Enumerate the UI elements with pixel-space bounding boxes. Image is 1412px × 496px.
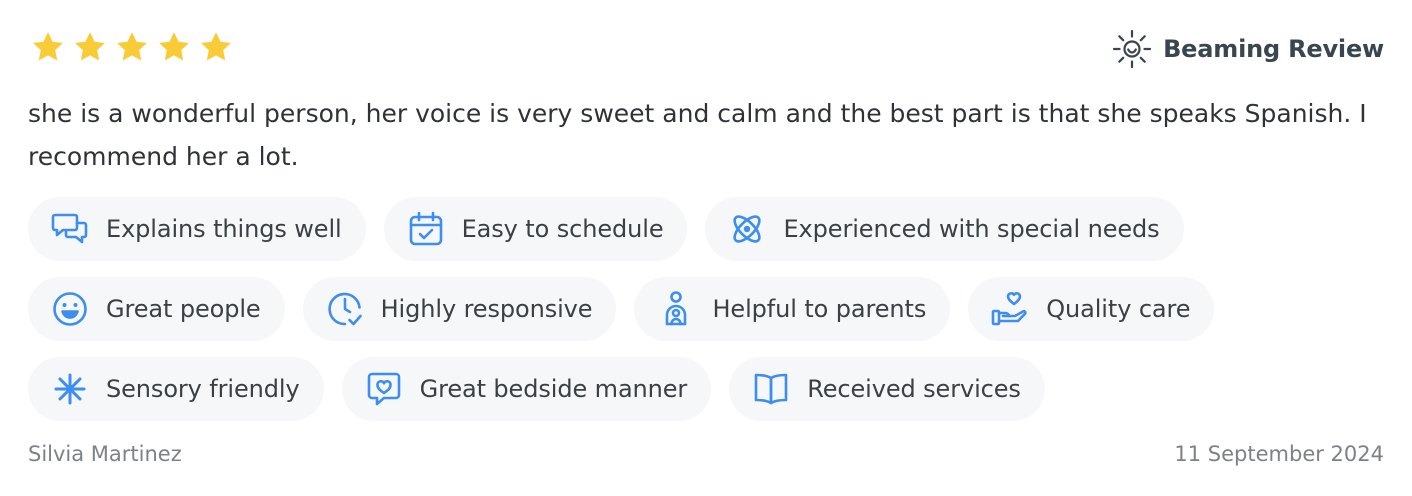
heart-hand-icon (991, 292, 1027, 326)
badge-label: Beaming Review (1163, 35, 1384, 63)
star-icon (201, 32, 231, 61)
star-icon (117, 32, 147, 61)
tag-label: Experienced with special needs (783, 215, 1160, 243)
review-text: she is a wonderful person, her voice is … (28, 99, 1367, 171)
sun-icon (1112, 29, 1152, 69)
tag-label: Easy to schedule (461, 215, 664, 243)
heart-speech-icon (367, 372, 400, 406)
tag-helpful-to-parents[interactable]: Helpful to parents (634, 277, 951, 341)
tag-label: Great bedside manner (419, 375, 688, 403)
clock-check-icon (327, 292, 362, 326)
tag-quality-care[interactable]: Quality care (968, 277, 1215, 341)
tag-explains-things-well[interactable]: Explains things well (28, 197, 366, 261)
beaming-review-badge: Beaming Review (1111, 26, 1384, 72)
tag-received-services[interactable]: Received services (729, 357, 1045, 421)
star-icon (75, 32, 105, 61)
tag-experienced-with-special-needs[interactable]: Experienced with special needs (705, 197, 1184, 261)
star-rating (30, 30, 234, 64)
tag-label: Received services (807, 375, 1021, 403)
asterisk-icon (54, 373, 86, 405)
tag-label: Great people (106, 295, 261, 323)
tag-label: Explains things well (106, 215, 342, 243)
tag-label: Quality care (1046, 295, 1191, 323)
star-icon (159, 32, 189, 61)
review-card: Beaming Review she is a wonderful person… (0, 0, 1412, 496)
tag-easy-to-schedule[interactable]: Easy to schedule (383, 197, 688, 261)
calendar-check-icon (409, 211, 442, 246)
open-book-icon (754, 373, 788, 405)
smiley-icon (53, 292, 87, 326)
tag-great-people[interactable]: Great people (28, 277, 285, 341)
review-tags: Explains things well Easy to schedule Ex… (28, 197, 1388, 421)
tag-label: Highly responsive (380, 295, 593, 323)
parent-child-icon (666, 291, 687, 326)
tag-great-bedside-manner[interactable]: Great bedside manner (341, 357, 712, 421)
tag-label: Sensory friendly (106, 375, 300, 403)
tag-sensory-friendly[interactable]: Sensory friendly (28, 357, 324, 421)
tag-highly-responsive[interactable]: Highly responsive (302, 277, 617, 341)
tag-label: Helpful to parents (712, 295, 927, 323)
atom-icon (733, 215, 762, 243)
review-date: 11 September 2024 (1174, 442, 1384, 466)
reviewer-name: Silvia Martinez (28, 442, 182, 466)
star-icon (33, 32, 63, 61)
chat-bubbles-icon (51, 213, 88, 244)
